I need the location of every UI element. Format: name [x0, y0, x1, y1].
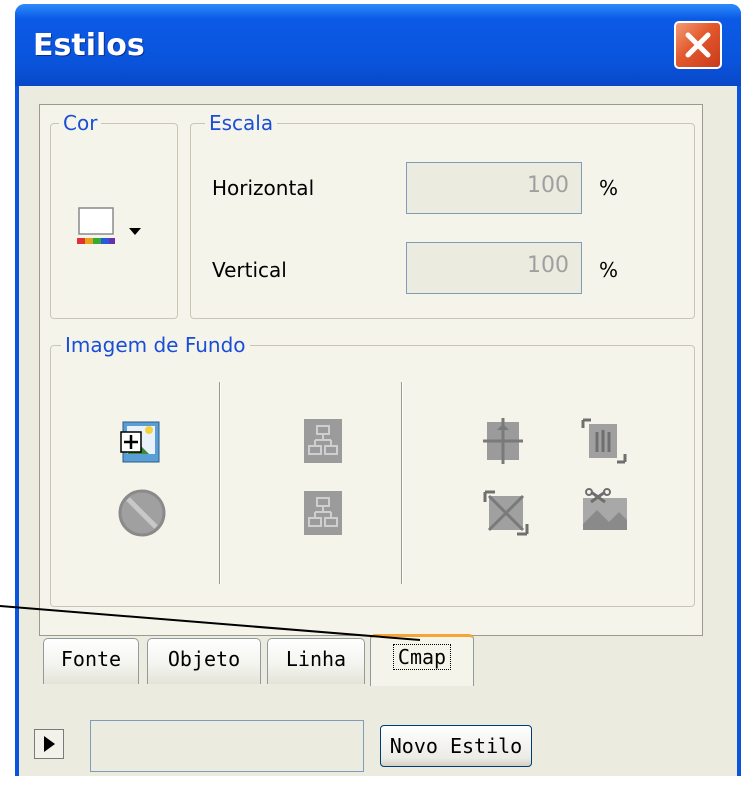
close-button[interactable]: [674, 21, 722, 69]
stretch-image-icon[interactable]: [483, 490, 529, 536]
tab-cmap[interactable]: Cmap: [370, 634, 474, 686]
cor-group-label: Cor: [59, 111, 102, 135]
tab-linha[interactable]: Linha: [267, 638, 365, 684]
color-swatch-icon: [77, 207, 115, 244]
tab-cmap-label: Cmap: [392, 644, 452, 670]
horizontal-unit: %: [599, 176, 619, 200]
separator: [401, 382, 403, 584]
horizontal-label: Horizontal: [212, 176, 315, 200]
background-image-group-label: Imagem de Fundo: [61, 333, 250, 357]
center-image-icon[interactable]: [483, 418, 523, 464]
escala-group-label: Escala: [205, 111, 278, 135]
escala-group: Escala Horizontal 100 % Vertical 100 %: [190, 111, 695, 319]
title-bar[interactable]: Estilos: [15, 4, 741, 86]
tab-fonte[interactable]: Fonte: [43, 638, 139, 684]
play-arrow-icon: [44, 736, 55, 752]
cor-group: Cor: [50, 111, 178, 319]
add-image-icon[interactable]: [119, 420, 165, 466]
vertical-unit: %: [599, 258, 619, 282]
close-icon: [685, 32, 711, 58]
style-name-field[interactable]: [90, 720, 364, 772]
fit-image-icon[interactable]: [579, 418, 629, 464]
tile-image-alt-icon[interactable]: [303, 490, 343, 536]
remove-image-icon[interactable]: [117, 488, 167, 538]
expand-button[interactable]: [34, 729, 64, 759]
new-style-button[interactable]: Novo Estilo: [380, 725, 532, 767]
window-client: Cor Escala Horizontal 100 % Vertical 100…: [19, 86, 737, 776]
color-picker-button[interactable]: [75, 206, 157, 250]
vertical-label: Vertical: [212, 258, 287, 282]
crop-image-icon[interactable]: [579, 488, 631, 534]
horizontal-scale-input[interactable]: 100: [406, 162, 582, 214]
background-image-group: Imagem de Fundo: [50, 333, 695, 607]
separator: [219, 382, 221, 584]
cmap-panel: Cor Escala Horizontal 100 % Vertical 100…: [39, 104, 703, 636]
tile-image-icon[interactable]: [303, 418, 343, 464]
vertical-scale-input[interactable]: 100: [406, 242, 582, 294]
chevron-down-icon: [129, 228, 141, 235]
window-title: Estilos: [33, 28, 145, 63]
styles-window: Estilos Cor Escala Horizontal 100 % Vert…: [15, 4, 741, 776]
tab-objeto[interactable]: Objeto: [147, 638, 261, 684]
